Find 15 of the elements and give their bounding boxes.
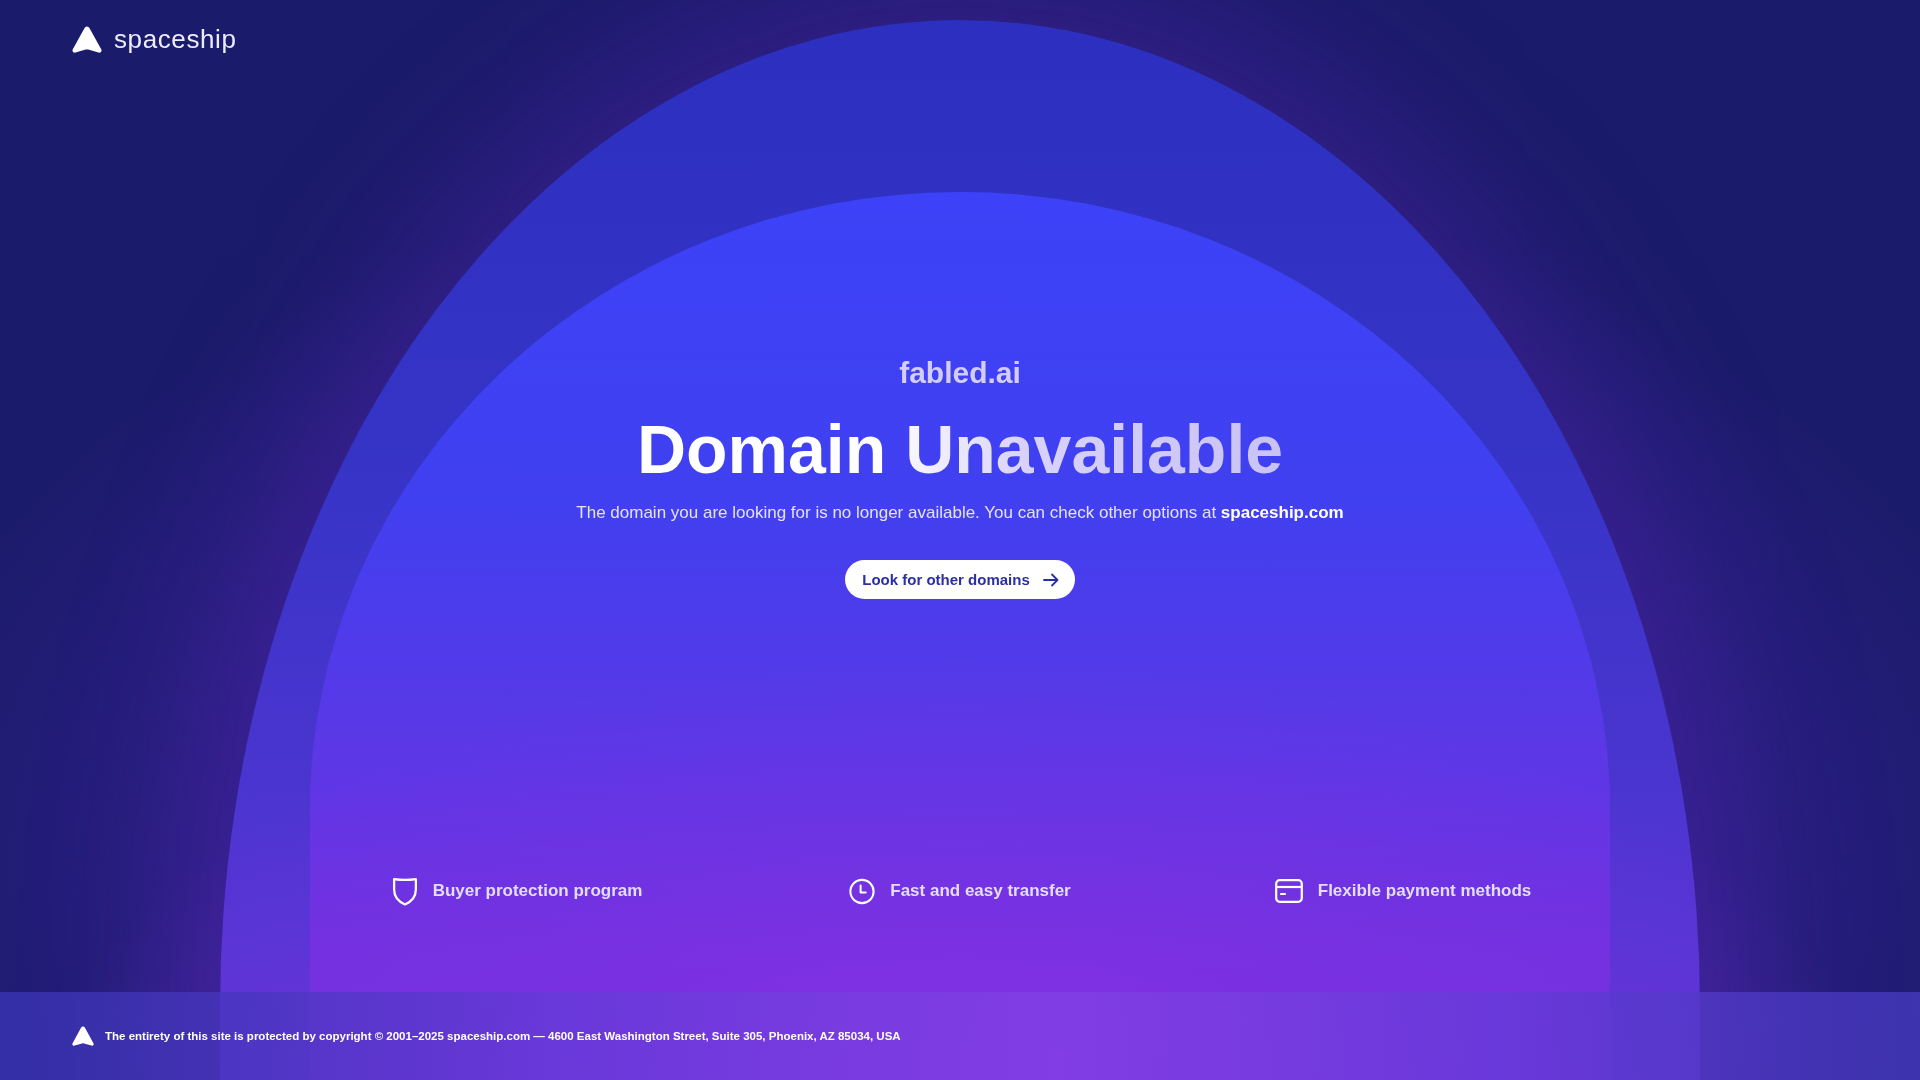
shield-icon (391, 876, 418, 906)
feature-label: Fast and easy transfer (890, 881, 1071, 901)
feature-label: Buyer protection program (432, 881, 643, 901)
spaceship-link[interactable]: spaceship.com (1220, 503, 1344, 522)
logo-icon (72, 26, 102, 53)
clock-icon (849, 876, 876, 906)
arrow-icon (1042, 572, 1059, 587)
logo-text: spaceship (114, 25, 237, 53)
look-for-domains-button[interactable]: Look for other domains (845, 560, 1075, 599)
credit-card-icon (1274, 879, 1303, 903)
feature-label: Flexible payment methods (1317, 881, 1532, 901)
logo-icon (72, 1026, 94, 1046)
message-text: The domain you are looking for is no longer available. You can check other options at spaceship.com (576, 502, 1344, 524)
domain-name: fabled.ai (899, 355, 1021, 391)
copyright-text: The entirety of this site is protected by copyright © 2001–2025 spaceship.com — 4600 East Washington Street, Suite 305, Phoenix, AZ 85034, USA (105, 1030, 901, 1042)
